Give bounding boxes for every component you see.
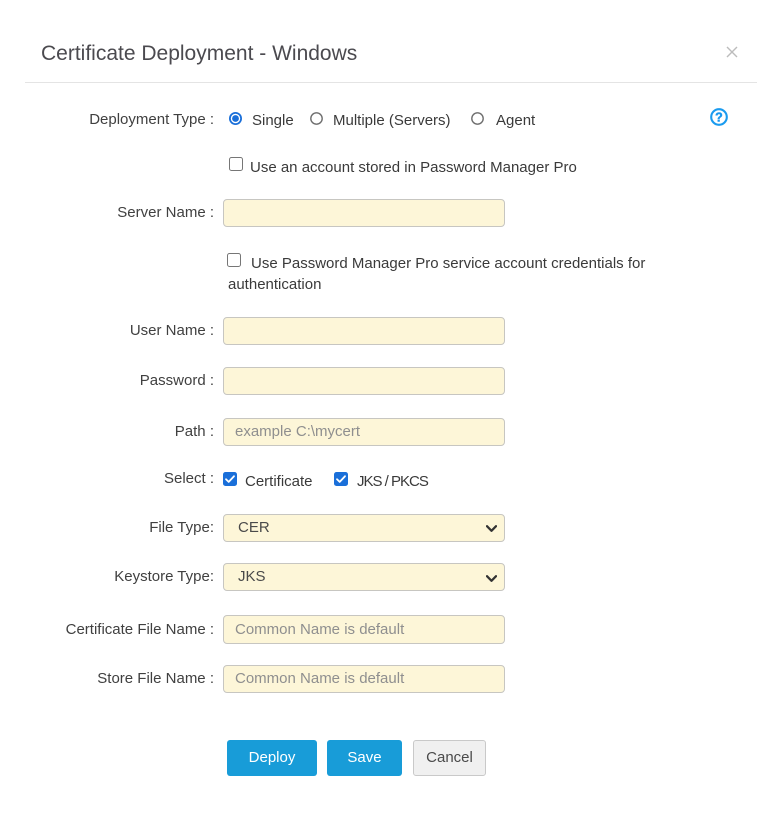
- svg-text:?: ?: [715, 111, 723, 125]
